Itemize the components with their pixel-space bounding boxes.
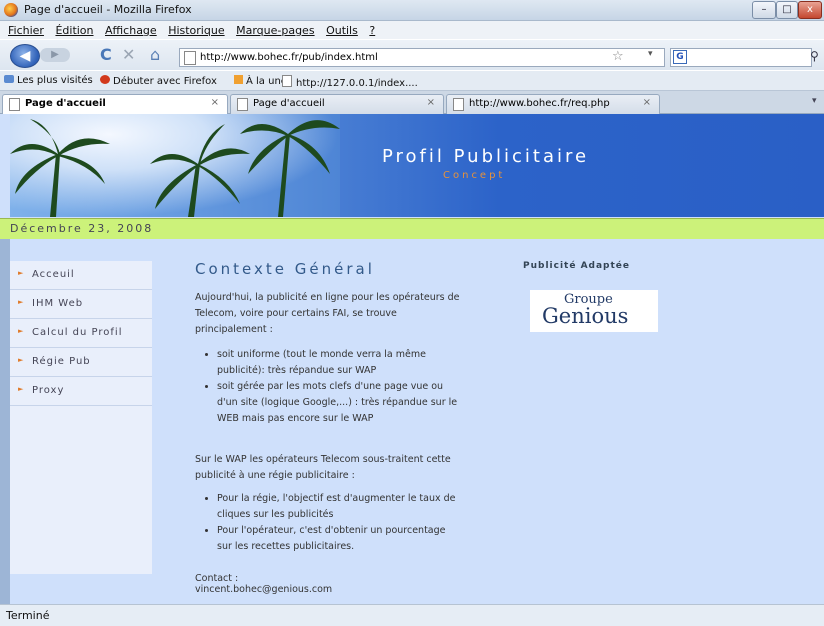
tab-strip: Page d'accueil × Page d'accueil × http:/… bbox=[0, 91, 824, 115]
bookmark-folder-icon bbox=[4, 75, 14, 83]
back-button[interactable]: ◀ bbox=[10, 44, 40, 68]
list-item: soit gérée par les mots clefs d'une page… bbox=[217, 379, 460, 427]
page-icon bbox=[282, 75, 292, 87]
minimize-button[interactable]: – bbox=[752, 1, 776, 19]
arrow-icon: ► bbox=[18, 269, 25, 277]
menu-help[interactable]: ? bbox=[365, 21, 379, 40]
maximize-button[interactable]: □ bbox=[776, 1, 798, 19]
list-item: Pour l'opérateur, c'est d'obtenir un pou… bbox=[217, 523, 460, 555]
header-banner: Profil Publicitaire Concept bbox=[10, 114, 824, 217]
window-titlebar: Page d'accueil - Mozilla Firefox – □ x bbox=[0, 0, 824, 21]
tab-page-accueil-2[interactable]: Page d'accueil × bbox=[230, 94, 444, 114]
tab-list-icon[interactable]: ▾ bbox=[812, 96, 817, 106]
bookmark-getting-started[interactable]: Débuter avec Firefox bbox=[100, 75, 217, 87]
address-bar[interactable]: http://www.bohec.fr/pub/index.html bbox=[179, 48, 665, 67]
palm-trees-illustration bbox=[10, 119, 340, 217]
firefox-bookmark-icon bbox=[100, 75, 110, 84]
url-dropdown-icon[interactable]: ▾ bbox=[648, 49, 653, 59]
tab-req-php[interactable]: http://www.bohec.fr/req.php × bbox=[446, 94, 660, 114]
sidebar-item-proxy[interactable]: ► Proxy bbox=[10, 377, 152, 406]
sidebar-item-calcul-profil[interactable]: ► Calcul du Profil bbox=[10, 319, 152, 348]
sidebar-item-ihm-web[interactable]: ► IHM Web bbox=[10, 290, 152, 319]
para-2: Sur le WAP les opérateurs Telecom sous-t… bbox=[195, 454, 451, 481]
close-tab-icon[interactable]: × bbox=[427, 97, 435, 108]
bullet-list-1: soit uniforme (tout le monde verra la mê… bbox=[195, 347, 460, 427]
menu-edition[interactable]: Édition bbox=[51, 21, 97, 40]
bookmark-localhost[interactable]: http://127.0.0.1/index.... bbox=[282, 75, 418, 89]
url-text: http://www.bohec.fr/pub/index.html bbox=[200, 52, 378, 63]
sidebar-item-regie-pub[interactable]: ► Régie Pub bbox=[10, 348, 152, 377]
menu-bar: Fichier Édition Affichage Historique Mar… bbox=[0, 21, 824, 39]
banner-subtitle: Concept bbox=[443, 170, 506, 181]
bookmark-star-icon[interactable]: ☆ bbox=[612, 49, 624, 64]
bullet-list-2: Pour la régie, l'objectif est d'augmente… bbox=[195, 491, 460, 555]
arrow-icon: ► bbox=[18, 298, 25, 306]
arrow-icon: ► bbox=[18, 327, 25, 335]
palm-trees-image bbox=[10, 114, 340, 217]
bookmarks-toolbar: Les plus visités Débuter avec Firefox À … bbox=[0, 71, 824, 91]
bookmark-most-visited[interactable]: Les plus visités bbox=[4, 75, 93, 86]
menu-marque-pages[interactable]: Marque-pages bbox=[232, 21, 318, 40]
page-icon bbox=[453, 98, 464, 111]
current-date: Décembre 23, 2008 bbox=[10, 222, 154, 235]
rss-icon bbox=[234, 75, 243, 84]
ad-heading: Publicité Adaptée bbox=[523, 261, 631, 271]
stop-button[interactable]: ✕ bbox=[122, 46, 135, 64]
menu-fichier[interactable]: Fichier bbox=[4, 21, 48, 40]
reload-button[interactable]: C bbox=[100, 46, 112, 64]
sidebar-item-acceuil[interactable]: ► Acceuil bbox=[10, 261, 152, 290]
search-input[interactable]: G bbox=[670, 48, 812, 67]
navigation-toolbar: ◀ ▶ C ✕ ⌂ http://www.bohec.fr/pub/index.… bbox=[0, 40, 824, 70]
status-bar: Terminé bbox=[0, 604, 824, 626]
page-content: Profil Publicitaire Concept Décembre 23,… bbox=[0, 114, 824, 604]
firefox-icon bbox=[4, 3, 18, 17]
list-item: soit uniforme (tout le monde verra la mê… bbox=[217, 347, 460, 379]
page-icon bbox=[9, 98, 20, 111]
search-icon[interactable]: ⚲ bbox=[810, 49, 819, 63]
tab-page-accueil-1[interactable]: Page d'accueil × bbox=[2, 94, 228, 115]
menu-affichage[interactable]: Affichage bbox=[101, 21, 161, 40]
left-edge-stripe bbox=[0, 239, 10, 604]
page-icon bbox=[184, 51, 196, 65]
bookmark-headlines[interactable]: À la une bbox=[234, 75, 287, 87]
home-button[interactable]: ⌂ bbox=[150, 46, 160, 64]
date-bar: Décembre 23, 2008 bbox=[0, 218, 824, 239]
list-item: Pour la régie, l'objectif est d'augmente… bbox=[217, 491, 460, 523]
forward-button[interactable]: ▶ bbox=[40, 48, 70, 62]
genious-logo[interactable]: Groupe Genious bbox=[530, 290, 658, 332]
intro-paragraph: Aujourd'hui, la publicité en ligne pour … bbox=[195, 292, 460, 335]
contact-block: Contact : vincent.bohec@genious.com bbox=[195, 573, 332, 595]
menu-outils[interactable]: Outils bbox=[322, 21, 362, 40]
window-title: Page d'accueil - Mozilla Firefox bbox=[24, 3, 192, 16]
menu-historique[interactable]: Historique bbox=[164, 21, 228, 40]
sidebar-nav: ► Acceuil ► IHM Web ► Calcul du Profil ►… bbox=[10, 261, 152, 574]
status-text: Terminé bbox=[6, 609, 50, 622]
google-icon[interactable]: G bbox=[673, 50, 687, 64]
contact-label: Contact : bbox=[195, 573, 239, 584]
close-tab-icon[interactable]: × bbox=[643, 97, 651, 108]
banner-title: Profil Publicitaire bbox=[382, 146, 590, 167]
arrow-icon: ► bbox=[18, 356, 25, 364]
close-button[interactable]: x bbox=[798, 1, 822, 19]
arrow-icon: ► bbox=[18, 385, 25, 393]
contact-email[interactable]: vincent.bohec@genious.com bbox=[195, 584, 332, 595]
close-tab-icon[interactable]: × bbox=[211, 97, 219, 108]
page-icon bbox=[237, 98, 248, 111]
page-heading: Contexte Général bbox=[195, 260, 375, 278]
